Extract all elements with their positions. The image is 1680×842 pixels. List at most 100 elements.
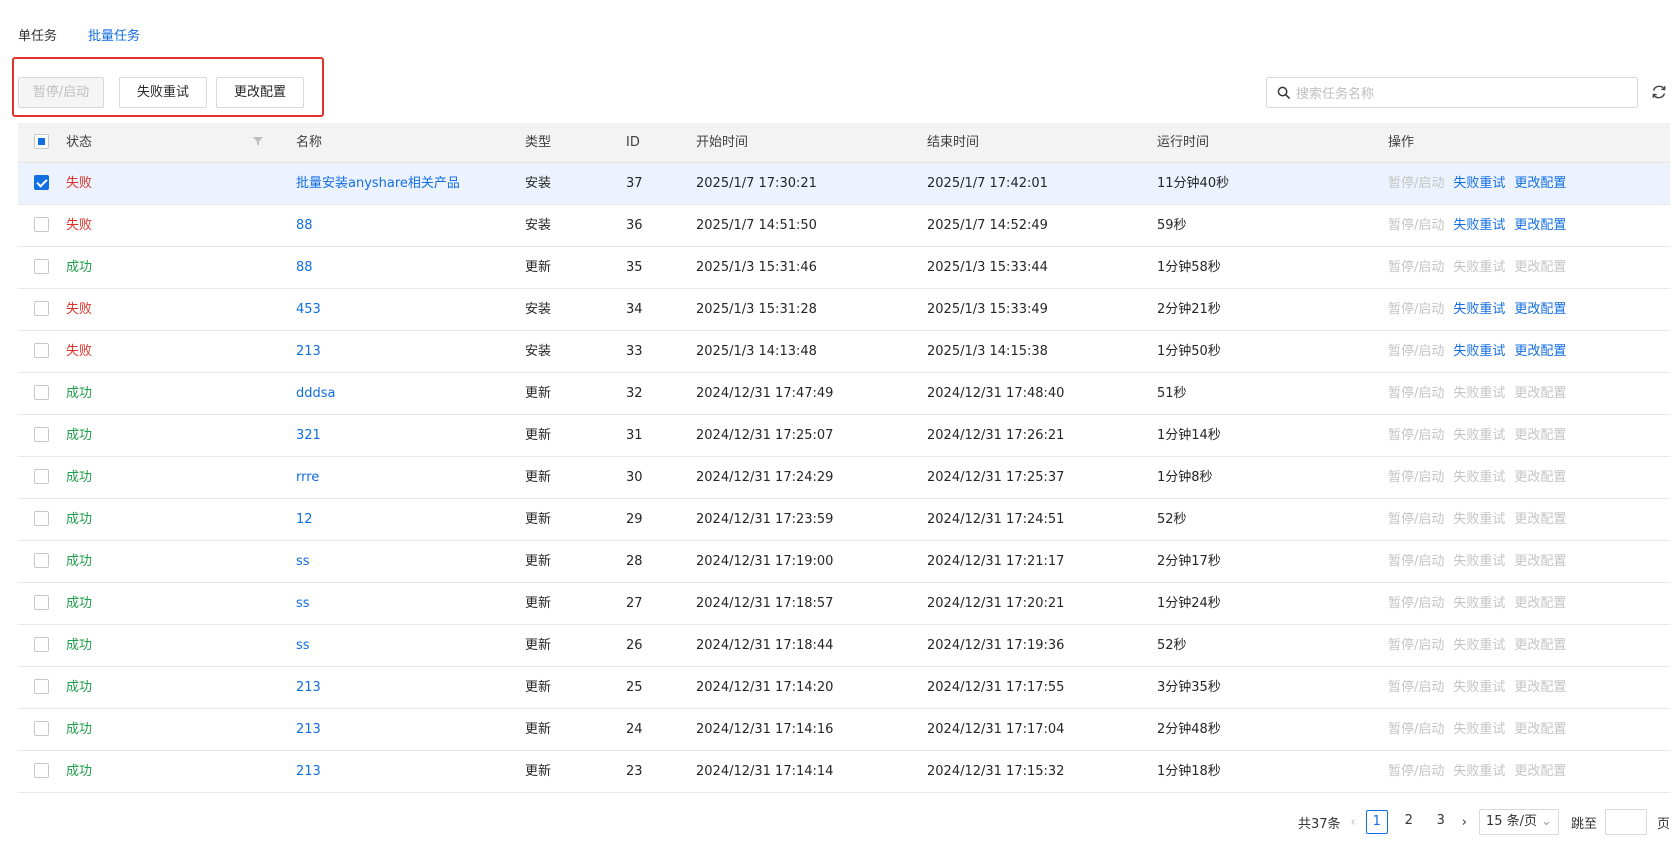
jump-page-input[interactable]: [1604, 809, 1647, 835]
task-name-link[interactable]: dddsa: [296, 373, 336, 414]
page-2-button[interactable]: 2: [1398, 810, 1420, 834]
task-name-link[interactable]: 453: [296, 289, 321, 330]
op-change-config[interactable]: 更改配置: [1514, 457, 1566, 498]
op-retry-failed[interactable]: 失败重试: [1453, 163, 1505, 204]
op-change-config[interactable]: 更改配置: [1514, 289, 1566, 330]
row-checkbox[interactable]: [34, 679, 49, 694]
op-retry-failed[interactable]: 失败重试: [1453, 667, 1505, 708]
table-row[interactable]: 成功 213 更新 23 2024/12/31 17:14:14 2024/12…: [18, 751, 1670, 793]
op-pause-start[interactable]: 暂停/启动: [1388, 163, 1444, 204]
table-row[interactable]: 成功 ss 更新 27 2024/12/31 17:18:57 2024/12/…: [18, 583, 1670, 625]
op-pause-start[interactable]: 暂停/启动: [1388, 667, 1444, 708]
op-pause-start[interactable]: 暂停/启动: [1388, 499, 1444, 540]
row-checkbox[interactable]: [34, 217, 49, 232]
table-row[interactable]: 失败 453 安装 34 2025/1/3 15:31:28 2025/1/3 …: [18, 289, 1670, 331]
op-change-config[interactable]: 更改配置: [1514, 373, 1566, 414]
op-pause-start[interactable]: 暂停/启动: [1388, 289, 1444, 330]
refresh-icon[interactable]: [1650, 83, 1668, 101]
op-retry-failed[interactable]: 失败重试: [1453, 709, 1505, 750]
row-checkbox[interactable]: [34, 301, 49, 316]
op-pause-start[interactable]: 暂停/启动: [1388, 625, 1444, 666]
op-pause-start[interactable]: 暂停/启动: [1388, 583, 1444, 624]
op-change-config[interactable]: 更改配置: [1514, 499, 1566, 540]
table-row[interactable]: 成功 ss 更新 26 2024/12/31 17:18:44 2024/12/…: [18, 625, 1670, 667]
prev-page-icon[interactable]: ‹: [1351, 815, 1356, 830]
op-pause-start[interactable]: 暂停/启动: [1388, 457, 1444, 498]
row-checkbox[interactable]: [34, 175, 49, 190]
page-3-button[interactable]: 3: [1430, 810, 1452, 834]
op-pause-start[interactable]: 暂停/启动: [1388, 415, 1444, 456]
op-change-config[interactable]: 更改配置: [1514, 667, 1566, 708]
tab-single-task[interactable]: 单任务: [18, 26, 57, 48]
table-row[interactable]: 成功 dddsa 更新 32 2024/12/31 17:47:49 2024/…: [18, 373, 1670, 415]
next-page-icon[interactable]: ›: [1462, 815, 1467, 830]
task-name-link[interactable]: 批量安装anyshare相关产品: [296, 163, 460, 204]
row-checkbox[interactable]: [34, 469, 49, 484]
op-change-config[interactable]: 更改配置: [1514, 709, 1566, 750]
select-all-checkbox[interactable]: [34, 134, 49, 149]
row-checkbox[interactable]: [34, 721, 49, 736]
search-input[interactable]: 搜索任务名称: [1266, 77, 1638, 108]
task-name-link[interactable]: 213: [296, 709, 321, 750]
op-retry-failed[interactable]: 失败重试: [1453, 457, 1505, 498]
retry-failed-button[interactable]: 失败重试: [119, 77, 207, 108]
op-change-config[interactable]: 更改配置: [1514, 205, 1566, 246]
op-change-config[interactable]: 更改配置: [1514, 415, 1566, 456]
row-checkbox[interactable]: [34, 511, 49, 526]
table-row[interactable]: 失败 213 安装 33 2025/1/3 14:13:48 2025/1/3 …: [18, 331, 1670, 373]
op-retry-failed[interactable]: 失败重试: [1453, 583, 1505, 624]
change-config-button[interactable]: 更改配置: [216, 77, 304, 108]
table-row[interactable]: 成功 213 更新 25 2024/12/31 17:14:20 2024/12…: [18, 667, 1670, 709]
task-name-link[interactable]: 213: [296, 667, 321, 708]
row-checkbox[interactable]: [34, 343, 49, 358]
task-name-link[interactable]: 88: [296, 205, 313, 246]
op-retry-failed[interactable]: 失败重试: [1453, 247, 1505, 288]
op-retry-failed[interactable]: 失败重试: [1453, 331, 1505, 372]
task-name-link[interactable]: 12: [296, 499, 313, 540]
table-row[interactable]: 成功 88 更新 35 2025/1/3 15:31:46 2025/1/3 1…: [18, 247, 1670, 289]
row-checkbox[interactable]: [34, 763, 49, 778]
tab-batch-task[interactable]: 批量任务: [88, 26, 140, 48]
task-name-link[interactable]: 213: [296, 331, 321, 372]
op-change-config[interactable]: 更改配置: [1514, 331, 1566, 372]
row-checkbox[interactable]: [34, 427, 49, 442]
op-change-config[interactable]: 更改配置: [1514, 583, 1566, 624]
task-name-link[interactable]: 213: [296, 751, 321, 792]
table-row[interactable]: 失败 批量安装anyshare相关产品 安装 37 2025/1/7 17:30…: [18, 163, 1670, 205]
op-change-config[interactable]: 更改配置: [1514, 625, 1566, 666]
op-pause-start[interactable]: 暂停/启动: [1388, 331, 1444, 372]
row-checkbox[interactable]: [34, 259, 49, 274]
page-1-button[interactable]: 1: [1365, 810, 1388, 834]
pause-start-button[interactable]: 暂停/启动: [18, 77, 104, 108]
op-retry-failed[interactable]: 失败重试: [1453, 205, 1505, 246]
task-name-link[interactable]: 88: [296, 247, 313, 288]
op-retry-failed[interactable]: 失败重试: [1453, 373, 1505, 414]
table-row[interactable]: 成功 213 更新 24 2024/12/31 17:14:16 2024/12…: [18, 709, 1670, 751]
row-checkbox[interactable]: [34, 637, 49, 652]
row-checkbox[interactable]: [34, 553, 49, 568]
op-change-config[interactable]: 更改配置: [1514, 751, 1566, 792]
op-pause-start[interactable]: 暂停/启动: [1388, 373, 1444, 414]
op-pause-start[interactable]: 暂停/启动: [1388, 247, 1444, 288]
op-pause-start[interactable]: 暂停/启动: [1388, 541, 1444, 582]
op-pause-start[interactable]: 暂停/启动: [1388, 205, 1444, 246]
op-retry-failed[interactable]: 失败重试: [1453, 415, 1505, 456]
task-name-link[interactable]: rrre: [296, 457, 319, 498]
table-row[interactable]: 成功 ss 更新 28 2024/12/31 17:19:00 2024/12/…: [18, 541, 1670, 583]
op-retry-failed[interactable]: 失败重试: [1453, 289, 1505, 330]
row-checkbox[interactable]: [34, 385, 49, 400]
op-pause-start[interactable]: 暂停/启动: [1388, 751, 1444, 792]
row-checkbox[interactable]: [34, 595, 49, 610]
op-change-config[interactable]: 更改配置: [1514, 247, 1566, 288]
table-row[interactable]: 成功 12 更新 29 2024/12/31 17:23:59 2024/12/…: [18, 499, 1670, 541]
op-retry-failed[interactable]: 失败重试: [1453, 499, 1505, 540]
task-name-link[interactable]: 321: [296, 415, 321, 456]
status-filter-icon[interactable]: [252, 123, 264, 163]
op-retry-failed[interactable]: 失败重试: [1453, 541, 1505, 582]
table-row[interactable]: 成功 321 更新 31 2024/12/31 17:25:07 2024/12…: [18, 415, 1670, 457]
task-name-link[interactable]: ss: [296, 625, 310, 666]
op-retry-failed[interactable]: 失败重试: [1453, 625, 1505, 666]
op-retry-failed[interactable]: 失败重试: [1453, 751, 1505, 792]
table-row[interactable]: 失败 88 安装 36 2025/1/7 14:51:50 2025/1/7 1…: [18, 205, 1670, 247]
op-pause-start[interactable]: 暂停/启动: [1388, 709, 1444, 750]
